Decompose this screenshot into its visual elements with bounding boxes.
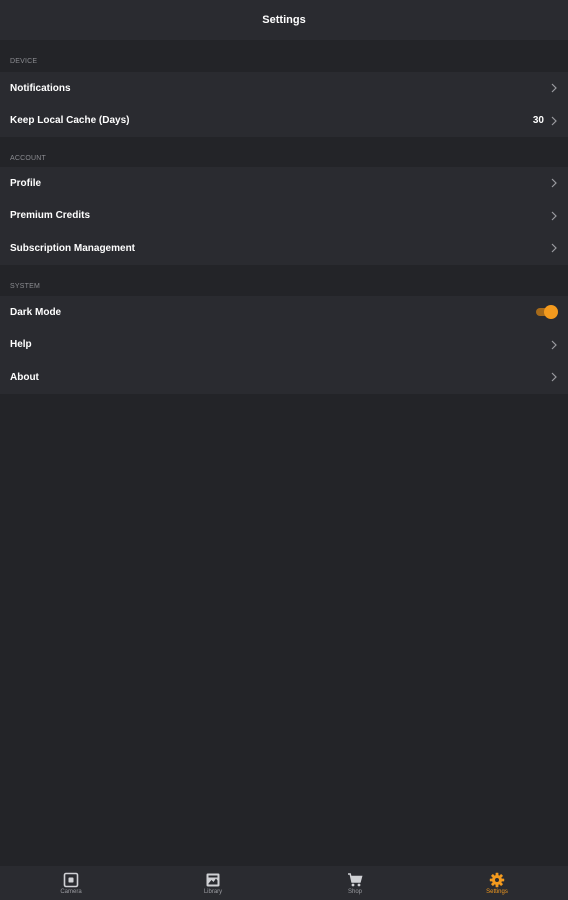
row-label-dark-mode: Dark Mode [10, 306, 62, 318]
chevron-right-icon [551, 116, 557, 126]
section-header-device: DEVICE [0, 40, 568, 72]
tab-label-settings: Settings [486, 889, 508, 895]
row-label-cache: Keep Local Cache (Days) [10, 115, 130, 127]
settings-row-notifications[interactable]: Notifications [0, 72, 568, 105]
settings-row-subscription[interactable]: Subscription Management [0, 232, 568, 265]
section-label-system: SYSTEM [10, 283, 40, 290]
settings-screen: Settings DEVICE Notifications Keep Local… [0, 0, 568, 900]
cache-days-value: 30 [532, 115, 544, 127]
settings-row-premium-credits[interactable]: Premium Credits [0, 200, 568, 233]
photo-library-icon [206, 873, 220, 887]
chevron-right-icon [551, 372, 557, 382]
chevron-right-icon [551, 243, 557, 253]
row-label-about: About [10, 371, 39, 383]
tab-label-shop: Shop [347, 889, 362, 895]
dark-mode-toggle[interactable] [534, 305, 558, 320]
row-label-notifications: Notifications [10, 82, 71, 94]
row-label-help: Help [10, 339, 32, 351]
chevron-right-icon [551, 83, 557, 93]
section-label-device: DEVICE [10, 58, 38, 65]
chevron-right-icon [551, 178, 557, 188]
settings-group-account: Profile Premium Credits Subscription Man… [0, 167, 568, 265]
camera-icon [63, 872, 79, 888]
row-label-subscription: Subscription Management [10, 242, 136, 254]
tab-label-camera: Camera [60, 889, 82, 895]
row-label-profile: Profile [10, 177, 42, 189]
tab-library[interactable]: Library [142, 866, 284, 900]
top-app-bar: Settings [0, 0, 568, 40]
tab-shop[interactable]: Shop [284, 866, 426, 900]
page-title: Settings [262, 14, 306, 26]
chevron-right-icon [551, 340, 557, 350]
toggle-knob [544, 305, 558, 320]
settings-row-help[interactable]: Help [0, 329, 568, 362]
row-label-premium-credits: Premium Credits [10, 210, 91, 222]
settings-row-profile[interactable]: Profile [0, 167, 568, 200]
tab-camera[interactable]: Camera [0, 866, 142, 900]
bottom-tab-bar: Camera Library Shop Settings [0, 866, 568, 900]
tab-label-library: Library [203, 889, 223, 895]
gear-icon [489, 872, 505, 888]
settings-group-device: Notifications Keep Local Cache (Days) 30 [0, 72, 568, 137]
shopping-cart-icon [348, 873, 363, 887]
settings-row-dark-mode: Dark Mode [0, 296, 568, 329]
section-header-system: SYSTEM [0, 265, 568, 297]
tab-settings[interactable]: Settings [426, 866, 568, 900]
chevron-right-icon [551, 211, 557, 221]
section-header-account: ACCOUNT [0, 137, 568, 169]
settings-row-cache[interactable]: Keep Local Cache (Days) 30 [0, 105, 568, 138]
section-label-account: ACCOUNT [10, 155, 47, 162]
settings-row-about[interactable]: About [0, 361, 568, 394]
settings-group-system: Dark Mode Help About [0, 296, 568, 394]
